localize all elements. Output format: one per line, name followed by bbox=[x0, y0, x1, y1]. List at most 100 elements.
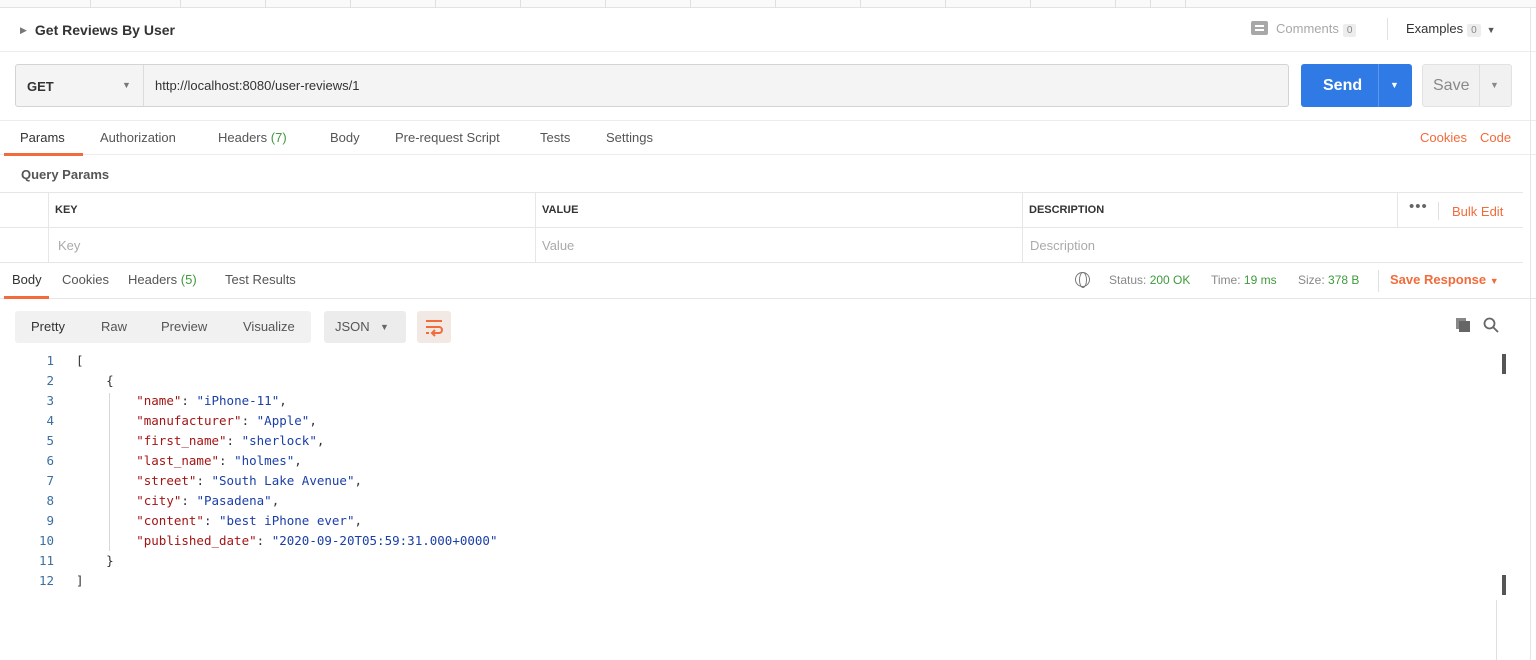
url-input[interactable]: http://localhost:8080/user-reviews/1 bbox=[155, 78, 360, 93]
json-value: "South Lake Avenue" bbox=[211, 473, 355, 488]
description-header: DESCRIPTION bbox=[1029, 204, 1105, 216]
time-value: 19 ms bbox=[1243, 273, 1277, 287]
more-options-icon[interactable]: ••• bbox=[1409, 198, 1428, 215]
json-punctuation bbox=[76, 473, 136, 488]
tab-divider bbox=[520, 0, 521, 8]
save-options-icon[interactable]: ▼ bbox=[1490, 80, 1499, 90]
json-punctuation bbox=[76, 413, 136, 428]
line-number: 3 bbox=[46, 393, 54, 408]
key-column: KEY bbox=[48, 193, 535, 227]
code-line: 2 { bbox=[0, 373, 1500, 393]
code-link[interactable]: Code bbox=[1480, 130, 1511, 145]
line-number: 6 bbox=[46, 453, 54, 468]
json-value: "best iPhone ever" bbox=[219, 513, 355, 528]
active-tab-indicator bbox=[4, 153, 83, 156]
line-number: 1 bbox=[46, 353, 54, 368]
response-tabs: Body Cookies Headers (5) Test Results St… bbox=[0, 262, 1536, 299]
json-punctuation: : bbox=[256, 533, 272, 548]
key-header: KEY bbox=[55, 204, 78, 216]
json-punctuation: , bbox=[309, 413, 317, 428]
query-params-title: Query Params bbox=[21, 167, 110, 182]
value-cell[interactable]: Value bbox=[535, 228, 1022, 262]
code-line: 9 "content": "best iPhone ever", bbox=[0, 513, 1500, 533]
json-punctuation: : bbox=[196, 473, 212, 488]
json-key: "name" bbox=[136, 393, 182, 408]
comments-button[interactable]: Comments 0 bbox=[1251, 21, 1357, 37]
format-preview[interactable]: Preview bbox=[161, 319, 207, 334]
examples-count: 0 bbox=[1467, 24, 1481, 37]
chevron-down-icon: ▼ bbox=[122, 80, 131, 90]
request-title[interactable]: ▶ Get Reviews By User bbox=[20, 22, 175, 38]
tab-divider bbox=[775, 0, 776, 8]
save-button[interactable]: Save ▼ bbox=[1422, 64, 1512, 107]
search-icon[interactable] bbox=[1483, 317, 1499, 333]
format-pretty[interactable]: Pretty bbox=[31, 319, 65, 334]
tab-response-headers[interactable]: Headers (5) bbox=[128, 272, 197, 287]
json-key: "manufacturer" bbox=[136, 413, 242, 428]
value-header: VALUE bbox=[542, 204, 579, 216]
wrap-lines-button[interactable] bbox=[417, 311, 451, 343]
json-punctuation bbox=[76, 513, 136, 528]
examples-dropdown[interactable]: Examples 0 ▼ bbox=[1406, 21, 1496, 37]
value-input[interactable]: Value bbox=[542, 238, 574, 253]
format-raw[interactable]: Raw bbox=[101, 319, 127, 334]
code-line: 6 "last_name": "holmes", bbox=[0, 453, 1500, 473]
code-line: 8 "city": "Pasadena", bbox=[0, 493, 1500, 513]
code-line: 11 } bbox=[0, 553, 1500, 573]
json-key: "first_name" bbox=[136, 433, 227, 448]
description-cell[interactable]: Description bbox=[1022, 228, 1523, 262]
scroll-marker bbox=[1502, 575, 1506, 595]
tab-test-results[interactable]: Test Results bbox=[225, 272, 296, 287]
cookies-link[interactable]: Cookies bbox=[1420, 130, 1467, 145]
divider bbox=[1387, 18, 1388, 40]
method-select[interactable]: GET ▼ bbox=[16, 65, 144, 106]
language-select[interactable]: JSON ▼ bbox=[324, 311, 406, 343]
tab-authorization[interactable]: Authorization bbox=[100, 130, 176, 145]
tab-divider bbox=[265, 0, 266, 8]
format-visualize[interactable]: Visualize bbox=[243, 319, 295, 334]
divider bbox=[1479, 65, 1480, 106]
active-tab-indicator bbox=[4, 296, 49, 299]
tab-params[interactable]: Params bbox=[20, 130, 65, 145]
wrap-icon bbox=[426, 320, 443, 337]
json-punctuation: ] bbox=[76, 573, 84, 588]
code-text: ] bbox=[76, 573, 84, 588]
tab-prerequest-script[interactable]: Pre-request Script bbox=[395, 130, 500, 145]
tab-settings[interactable]: Settings bbox=[606, 130, 653, 145]
value-column: VALUE bbox=[535, 193, 1022, 227]
send-options-icon[interactable]: ▼ bbox=[1390, 80, 1399, 90]
json-punctuation: [ bbox=[76, 353, 84, 368]
tab-response-cookies[interactable]: Cookies bbox=[62, 272, 109, 287]
table-header-row: KEY VALUE DESCRIPTION ••• Bulk Edit bbox=[0, 193, 1523, 228]
tab-headers[interactable]: Headers (7) bbox=[218, 130, 287, 145]
json-punctuation bbox=[76, 393, 136, 408]
copy-icon[interactable] bbox=[1455, 317, 1471, 333]
divider bbox=[1496, 600, 1497, 660]
tab-divider bbox=[860, 0, 861, 8]
code-line: 1[ bbox=[0, 353, 1500, 373]
code-text: "street": "South Lake Avenue", bbox=[76, 473, 362, 488]
tab-divider bbox=[1115, 0, 1116, 8]
key-input[interactable]: Key bbox=[58, 238, 80, 253]
code-line: 7 "street": "South Lake Avenue", bbox=[0, 473, 1500, 493]
tab-divider bbox=[1030, 0, 1031, 8]
request-tabs: Params Authorization Headers (7) Body Pr… bbox=[0, 120, 1536, 156]
tab-tests[interactable]: Tests bbox=[540, 130, 570, 145]
bulk-edit-link[interactable]: Bulk Edit bbox=[1452, 204, 1503, 219]
send-button[interactable]: Send ▼ bbox=[1301, 64, 1412, 107]
globe-icon[interactable] bbox=[1075, 272, 1090, 288]
chevron-down-icon: ▼ bbox=[1489, 276, 1499, 286]
json-punctuation: : bbox=[181, 493, 197, 508]
tab-strip bbox=[0, 0, 1536, 8]
description-input[interactable]: Description bbox=[1030, 238, 1095, 253]
caret-right-icon[interactable]: ▶ bbox=[20, 25, 27, 36]
json-key: "published_date" bbox=[136, 533, 257, 548]
chevron-down-icon: ▼ bbox=[1486, 25, 1496, 35]
tab-body[interactable]: Body bbox=[330, 130, 360, 145]
tab-response-body[interactable]: Body bbox=[12, 272, 42, 287]
save-response-button[interactable]: Save Response ▼ bbox=[1390, 272, 1499, 287]
json-punctuation: , bbox=[354, 473, 363, 488]
key-cell[interactable]: Key bbox=[48, 228, 535, 262]
url-bar: GET ▼ http://localhost:8080/user-reviews… bbox=[15, 64, 1289, 107]
time-label: Time: bbox=[1211, 273, 1241, 287]
